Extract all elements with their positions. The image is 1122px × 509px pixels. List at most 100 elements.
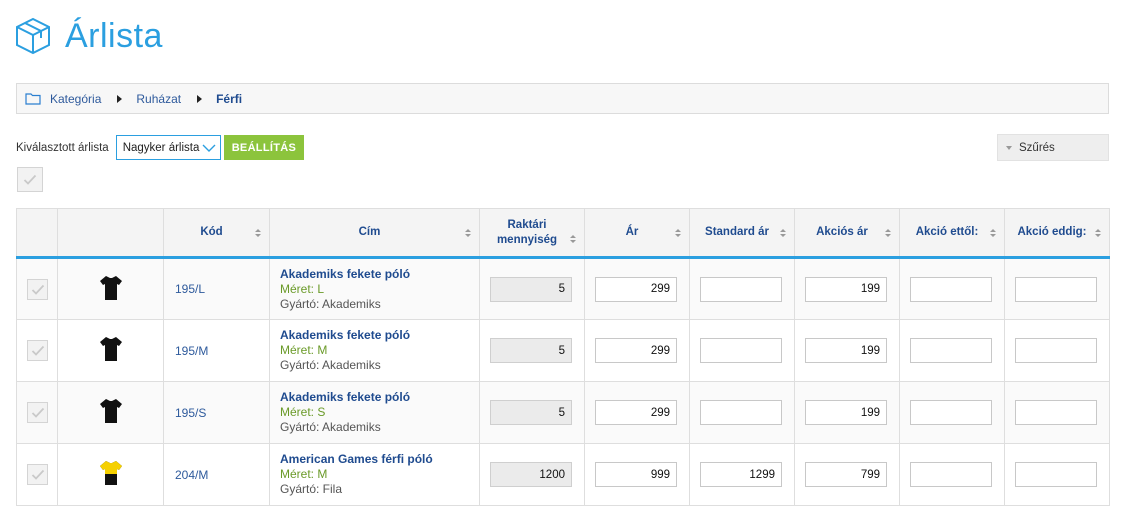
price-input[interactable]: 299 (595, 400, 677, 425)
stock-cell: 5 (479, 319, 585, 382)
header-image (57, 208, 164, 259)
product-manufacturer: Gyártó: Akademiks (280, 358, 381, 372)
header-price[interactable]: Ár (584, 208, 690, 259)
product-image-cell (57, 443, 164, 506)
price-input[interactable]: 299 (595, 338, 677, 363)
stock-cell: 5 (479, 257, 585, 320)
sort-icon (780, 228, 786, 237)
sale-price-cell: 199 (794, 381, 900, 444)
select-all-checkbox[interactable] (17, 167, 43, 192)
sale-price-input[interactable]: 199 (805, 276, 887, 302)
breadcrumb-item-men: Férfi (216, 91, 243, 106)
price-cell: 999 (584, 443, 690, 506)
sale-to-input[interactable] (1015, 462, 1097, 487)
sort-icon (675, 228, 681, 237)
header-title[interactable]: Cím (269, 208, 480, 259)
table-row: 195/S Akademiks fekete póló Méret: S Gyá… (16, 381, 1110, 444)
header-standard-price[interactable]: Standard ár (689, 208, 795, 259)
price-input[interactable]: 299 (595, 276, 677, 302)
standard-price-input[interactable]: 1299 (700, 462, 782, 487)
row-checkbox[interactable] (27, 402, 48, 423)
sale-price-input[interactable]: 199 (805, 338, 887, 363)
price-cell: 299 (584, 381, 690, 444)
sale-to-input[interactable] (1015, 400, 1097, 425)
pricelist-table: Kód Cím Raktári mennyiség Ár Standard ár … (16, 208, 1110, 506)
product-size: Méret: L (280, 281, 325, 296)
standard-price-input[interactable] (700, 338, 782, 363)
sale-to-input[interactable] (1015, 338, 1097, 363)
product-image-cell (57, 319, 164, 382)
standard-price-input[interactable] (700, 276, 782, 302)
page-header: Árlista (15, 14, 163, 58)
row-select-cell (16, 381, 58, 444)
checkmark-icon (31, 469, 44, 480)
page-title: Árlista (65, 16, 163, 55)
sort-icon (885, 228, 891, 237)
sale-price-input[interactable]: 199 (805, 400, 887, 425)
product-title-cell: American Games férfi póló Méret: M Gyárt… (269, 443, 480, 506)
row-select-cell (16, 443, 58, 506)
sale-from-cell (899, 443, 1005, 506)
sale-to-cell (1004, 443, 1110, 506)
header-stock[interactable]: Raktári mennyiség (479, 208, 585, 259)
product-name-link[interactable]: Akademiks fekete póló (280, 390, 479, 405)
product-title-cell: Akademiks fekete póló Méret: M Gyártó: A… (269, 319, 480, 382)
sort-icon (570, 234, 576, 243)
price-input[interactable]: 999 (595, 462, 677, 487)
sort-icon (465, 228, 471, 237)
sort-icon (255, 228, 261, 237)
apply-pricelist-button[interactable]: BEÁLLÍTÁS (223, 135, 305, 160)
breadcrumb-separator-icon (197, 94, 203, 103)
stock-field: 5 (490, 338, 572, 363)
product-name-link[interactable]: Akademiks fekete póló (280, 267, 479, 282)
sale-from-input[interactable] (910, 276, 992, 302)
table-header-row: Kód Cím Raktári mennyiség Ár Standard ár … (16, 208, 1110, 259)
filter-button[interactable]: Szűrés (997, 134, 1109, 161)
sale-from-input[interactable] (910, 338, 992, 363)
breadcrumb-item-clothing[interactable]: Ruházat (136, 92, 181, 106)
product-name-link[interactable]: American Games férfi póló (280, 452, 479, 467)
selected-pricelist-label: Kiválasztott árlista (16, 141, 109, 154)
product-code[interactable]: 195/L (163, 257, 270, 320)
product-size: Méret: M (280, 343, 328, 357)
standard-price-cell (689, 257, 795, 320)
stock-field: 5 (490, 400, 572, 425)
product-code[interactable]: 195/M (163, 319, 270, 382)
product-code[interactable]: 204/M (163, 443, 270, 506)
standard-price-cell (689, 381, 795, 444)
sale-from-input[interactable] (910, 400, 992, 425)
standard-price-input[interactable] (700, 400, 782, 425)
pricelist-select[interactable]: Nagyker árlista (115, 135, 221, 160)
table-row: 204/M American Games férfi póló Méret: M… (16, 443, 1110, 506)
chevron-down-icon (202, 144, 216, 152)
product-image-cell (57, 257, 164, 320)
stock-cell: 5 (479, 381, 585, 444)
header-code[interactable]: Kód (163, 208, 270, 259)
sale-from-input[interactable] (910, 462, 992, 487)
breadcrumb-item-category[interactable]: Kategória (50, 92, 101, 106)
header-sale-to[interactable]: Akció eddig: (1004, 208, 1110, 259)
checkmark-icon (31, 407, 44, 418)
sale-from-cell (899, 257, 1005, 320)
product-code[interactable]: 195/S (163, 381, 270, 444)
header-sale-price[interactable]: Akciós ár (794, 208, 900, 259)
row-checkbox[interactable] (27, 464, 48, 485)
row-checkbox[interactable] (27, 278, 48, 300)
header-sale-from[interactable]: Akció ettől: (899, 208, 1005, 259)
row-select-cell (16, 257, 58, 320)
yellow-black-tshirt-icon (99, 461, 122, 485)
sale-price-cell: 199 (794, 319, 900, 382)
pricelist-select-value: Nagyker árlista (122, 141, 200, 154)
sort-icon (1095, 228, 1101, 237)
header-select (16, 208, 58, 259)
sale-price-cell: 799 (794, 443, 900, 506)
sale-to-input[interactable] (1015, 276, 1097, 302)
sale-to-cell (1004, 381, 1110, 444)
row-select-cell (16, 319, 58, 382)
product-size: Méret: S (280, 405, 326, 419)
stock-cell: 1200 (479, 443, 585, 506)
sale-price-input[interactable]: 799 (805, 462, 887, 487)
row-checkbox[interactable] (27, 340, 48, 361)
product-name-link[interactable]: Akademiks fekete póló (280, 328, 479, 343)
table-row: 195/M Akademiks fekete póló Méret: M Gyá… (16, 319, 1110, 382)
